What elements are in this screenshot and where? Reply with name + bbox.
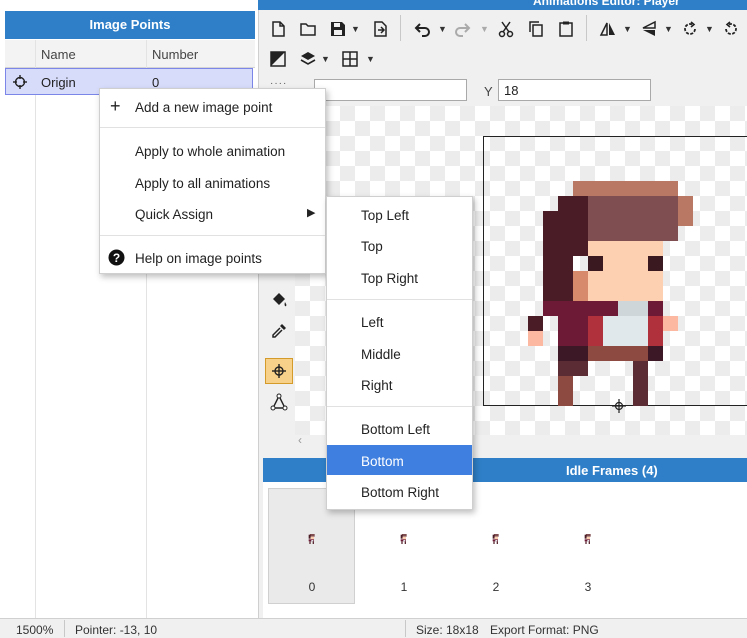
menu-separator bbox=[327, 406, 472, 407]
frame-thumbnail bbox=[492, 534, 499, 544]
toolbar-separator bbox=[586, 15, 587, 41]
open-folder-icon[interactable] bbox=[297, 18, 319, 40]
layers-dropdown-caret[interactable]: ▼ bbox=[321, 54, 330, 64]
submenu-arrow-icon: ▶ bbox=[307, 207, 316, 219]
flip-dropdown-caret[interactable]: ▼ bbox=[623, 24, 632, 34]
color-mode-icon[interactable] bbox=[267, 48, 289, 70]
sprite-image bbox=[528, 181, 693, 406]
image-size: Size: 18x18 bbox=[416, 623, 479, 637]
save-dropdown-caret[interactable]: ▼ bbox=[351, 24, 360, 34]
submenu-item-middle[interactable]: Middle bbox=[361, 347, 401, 362]
column-header-number[interactable]: Number bbox=[152, 47, 198, 62]
save-icon[interactable] bbox=[327, 18, 349, 40]
window-title: Animations Editor: Player bbox=[533, 0, 680, 8]
submenu-item-top-left[interactable]: Top Left bbox=[361, 208, 409, 223]
fill-icon[interactable] bbox=[265, 287, 293, 313]
redo-icon[interactable] bbox=[452, 18, 474, 40]
image-points-panel-title: Image Points bbox=[5, 11, 255, 39]
zoom-level: 1500% bbox=[16, 623, 54, 637]
submenu-item-top-right[interactable]: Top Right bbox=[361, 271, 418, 286]
grid-icon[interactable] bbox=[339, 48, 361, 70]
frame-thumbnail bbox=[400, 534, 407, 544]
menu-separator bbox=[100, 235, 325, 236]
submenu-item-right[interactable]: Right bbox=[361, 378, 393, 393]
rotate-right-icon[interactable] bbox=[720, 18, 742, 40]
plus-icon: + bbox=[110, 96, 121, 116]
undo-icon[interactable] bbox=[411, 18, 433, 40]
eyedropper-icon[interactable] bbox=[265, 318, 293, 344]
polygon-tool-icon[interactable] bbox=[265, 389, 293, 415]
grid-dropdown-caret[interactable]: ▼ bbox=[366, 54, 375, 64]
menu-item-quick-assign[interactable]: Quick Assign bbox=[135, 207, 213, 222]
flip-vertical-dropdown-caret[interactable]: ▼ bbox=[664, 24, 673, 34]
frame-number: 2 bbox=[492, 580, 500, 594]
menu-item-apply-whole-animation[interactable]: Apply to whole animation bbox=[135, 144, 285, 159]
new-file-icon[interactable] bbox=[267, 18, 289, 40]
toolbar-separator bbox=[400, 15, 401, 41]
copy-icon[interactable] bbox=[525, 18, 547, 40]
submenu-item-bottom-left[interactable]: Bottom Left bbox=[361, 422, 430, 437]
rotate-dropdown-caret[interactable]: ▼ bbox=[705, 24, 714, 34]
crosshair-icon bbox=[13, 75, 27, 89]
x-coordinate-field[interactable] bbox=[314, 79, 467, 101]
redo-dropdown-caret[interactable]: ▼ bbox=[480, 24, 489, 34]
scroll-left-arrow-icon[interactable]: ‹ bbox=[298, 433, 302, 447]
flip-vertical-icon[interactable] bbox=[638, 18, 660, 40]
frames-panel-title: Idle Frames (4) bbox=[566, 463, 658, 478]
frame-number: 0 bbox=[308, 580, 316, 594]
paste-icon[interactable] bbox=[555, 18, 577, 40]
submenu-item-left[interactable]: Left bbox=[361, 315, 384, 330]
cut-icon[interactable] bbox=[495, 18, 517, 40]
save-as-icon[interactable] bbox=[369, 18, 391, 40]
export-format: Export Format: PNG bbox=[490, 623, 599, 637]
status-separator bbox=[64, 620, 65, 637]
menu-item-apply-all-animations[interactable]: Apply to all animations bbox=[135, 176, 270, 191]
menu-separator bbox=[327, 299, 472, 300]
frame-thumbnail bbox=[308, 534, 315, 544]
frame-thumbnail bbox=[584, 534, 591, 544]
column-header-name[interactable]: Name bbox=[41, 47, 76, 62]
submenu-item-bottom-right[interactable]: Bottom Right bbox=[361, 485, 439, 500]
menu-item-add-image-point[interactable]: Add a new image point bbox=[135, 100, 272, 115]
status-separator bbox=[405, 620, 406, 637]
submenu-item-top[interactable]: Top bbox=[361, 239, 383, 254]
window-title-bar: Animations Editor: Player bbox=[258, 0, 747, 10]
menu-separator bbox=[100, 127, 325, 128]
image-point-tool-icon[interactable] bbox=[265, 358, 293, 384]
pointer-position: Pointer: -13, 10 bbox=[75, 623, 158, 637]
menu-item-help[interactable]: Help on image points bbox=[135, 251, 262, 266]
svg-text:?: ? bbox=[113, 251, 120, 265]
tool-strip bbox=[263, 255, 295, 448]
column-separator bbox=[35, 40, 36, 618]
y-label: Y bbox=[484, 84, 493, 99]
y-coordinate-field[interactable]: 18 bbox=[498, 79, 651, 101]
flip-horizontal-icon[interactable] bbox=[597, 18, 619, 40]
frame-number: 3 bbox=[584, 580, 592, 594]
frame-number: 1 bbox=[400, 580, 408, 594]
image-point-name: Origin bbox=[41, 75, 76, 90]
origin-point-marker[interactable] bbox=[612, 399, 626, 413]
help-icon: ? bbox=[108, 249, 125, 266]
layers-icon[interactable] bbox=[297, 48, 319, 70]
rotate-left-icon[interactable] bbox=[679, 18, 701, 40]
submenu-item-bottom[interactable]: Bottom bbox=[361, 454, 404, 469]
undo-dropdown-caret[interactable]: ▼ bbox=[438, 24, 447, 34]
